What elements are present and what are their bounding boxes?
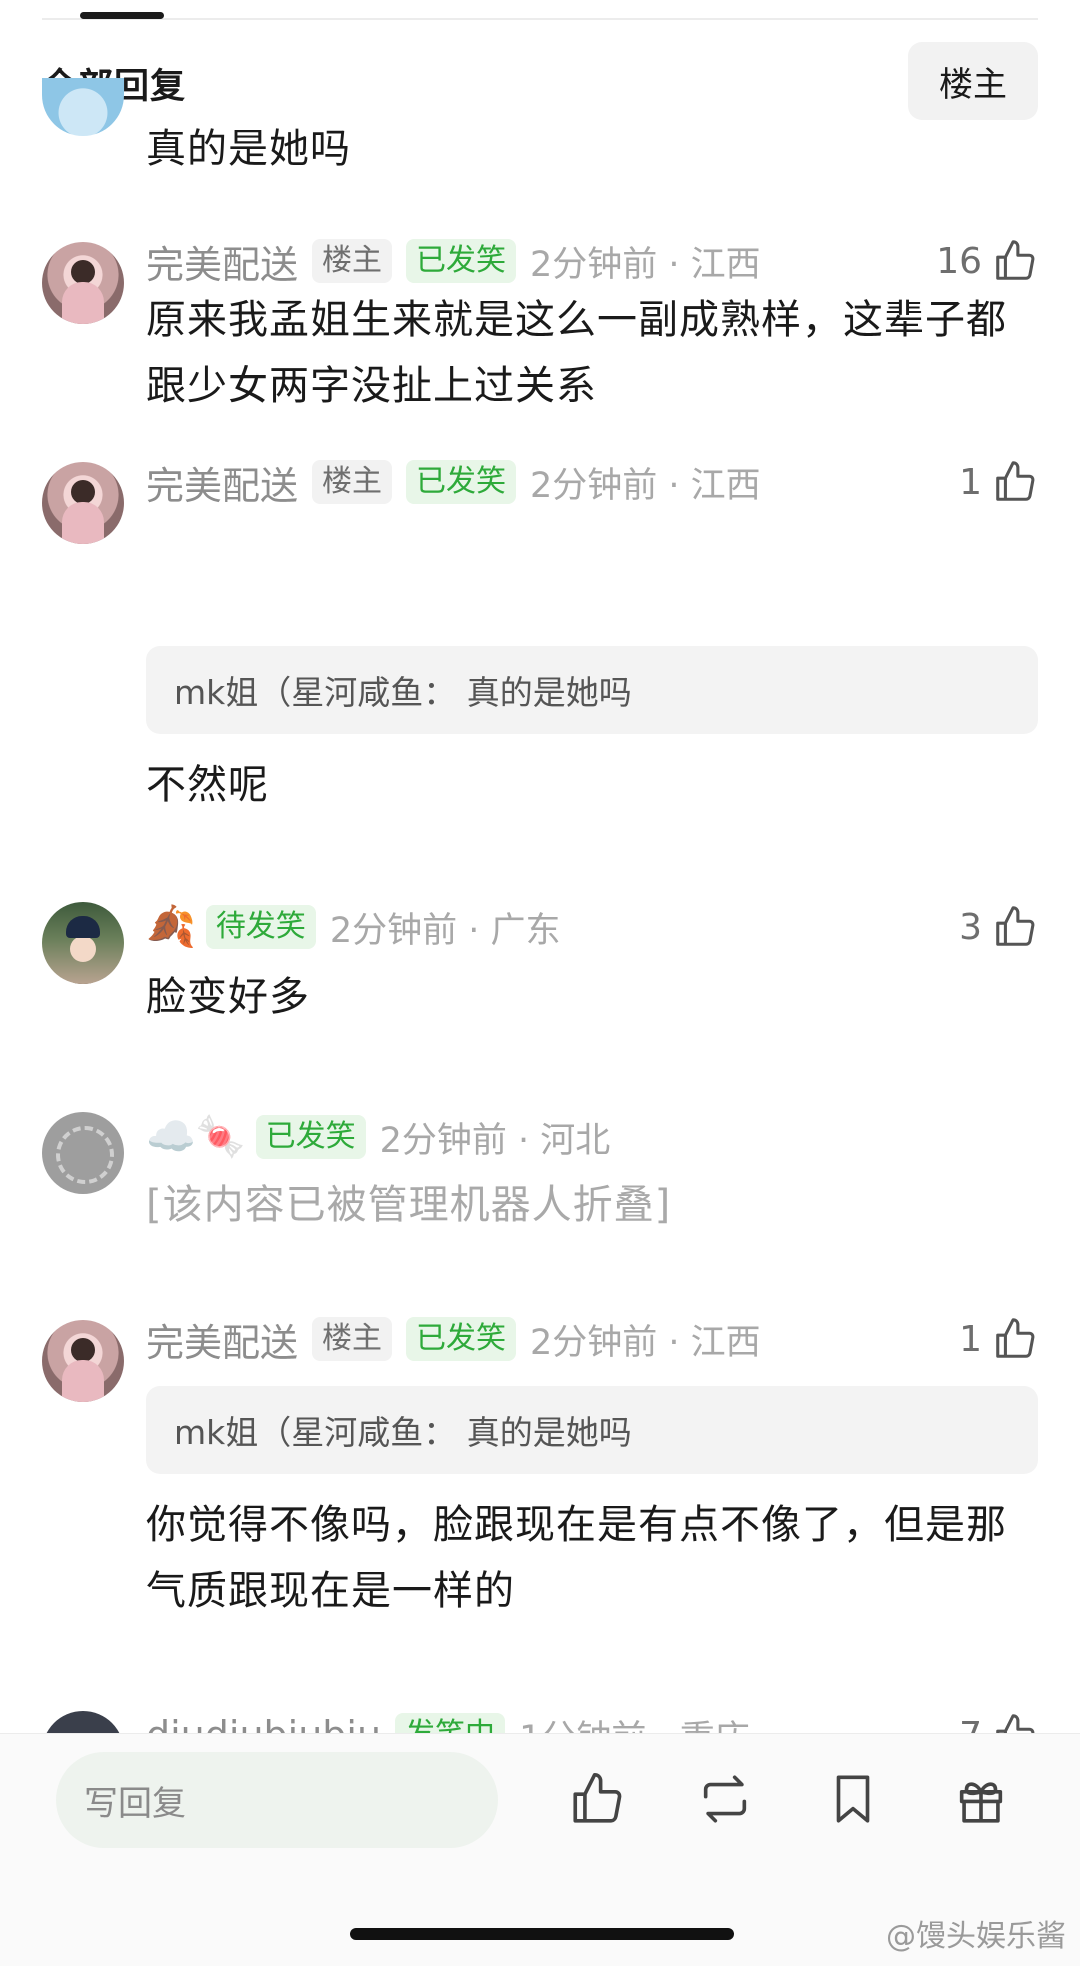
thumbs-up-icon [996, 1318, 1035, 1358]
folded-comment-notice[interactable]: [该内容已被管理机器人折叠] [146, 1172, 1038, 1238]
avatar[interactable] [42, 902, 124, 984]
time-location: 2分钟前 · 江西 [530, 465, 761, 506]
time-location: 2分钟前 · 广东 [329, 910, 561, 951]
time-location: 2分钟前 · 江西 [530, 1322, 761, 1363]
thumbs-up-icon [996, 240, 1035, 280]
comment-meta: diudiubiubiu 发笑中 1分钟前 · 重庆 [146, 1710, 750, 1733]
username[interactable]: 完美配送 [146, 455, 298, 510]
username[interactable]: diudiubiubiu [146, 1713, 381, 1733]
status-badge: 已发笑 [406, 239, 517, 283]
reply-input[interactable]: 写回复 [56, 1752, 498, 1848]
comment-meta: ☁️🍬 已发笑 2分钟前 · 河北 [146, 1112, 610, 1162]
op-only-filter-button[interactable]: 楼主 [908, 42, 1038, 120]
watermark-text: @馒头娱乐酱 [886, 1919, 1066, 1954]
comment-text: 你觉得不像吗，脸跟现在是有点不像了，但是那气质跟现在是一样的 [146, 1502, 1007, 1614]
gift-button[interactable] [946, 1764, 1016, 1834]
username-emoji[interactable]: 🍂 [146, 902, 196, 952]
avatar[interactable] [42, 1711, 124, 1733]
like-button[interactable]: 3 [959, 902, 1038, 952]
avatar[interactable] [42, 462, 124, 544]
quoted-reply[interactable]: mk姐（星河咸鱼： 真的是她吗 [146, 646, 1038, 734]
home-indicator [350, 1928, 734, 1940]
partially-visible-comment: diudiubiubiu 发笑中 1分钟前 · 重庆 7 [0, 1665, 1080, 1733]
username[interactable]: 完美配送 [146, 234, 298, 289]
thumbs-up-icon [996, 461, 1035, 501]
tab-indicator [80, 12, 164, 19]
status-badge: 已发笑 [406, 1317, 517, 1361]
bookmark-icon [836, 1775, 870, 1823]
like-button[interactable]: 16 [936, 236, 1038, 286]
like-count: 7 [959, 1715, 982, 1734]
avatar[interactable] [42, 1112, 124, 1194]
like-count: 16 [936, 240, 982, 282]
comment-text: 不然呢 [146, 762, 269, 808]
time-location: 2分钟前 · 河北 [379, 1120, 611, 1161]
username[interactable]: 完美配送 [146, 1312, 298, 1367]
avatar[interactable] [42, 1320, 124, 1402]
repost-icon [703, 1775, 747, 1823]
thumbs-up-icon [996, 906, 1035, 946]
comment-text: 脸变好多 [146, 974, 310, 1020]
comment-meta: 完美配送 楼主 已发笑 2分钟前 · 江西 [146, 1312, 761, 1367]
status-badge: 发笑中 [395, 1713, 506, 1733]
like-button[interactable]: 7 [959, 1710, 1038, 1733]
comment-text: 原来我孟姐生来就是这么一副成熟样，这辈子都跟少女两字没扯上过关系 [146, 297, 1007, 409]
comment-meta: 完美配送 楼主 已发笑 2分钟前 · 江西 [146, 234, 761, 289]
avatar[interactable] [42, 78, 124, 136]
quoted-reply[interactable]: mk姐（星河咸鱼： 真的是她吗 [146, 1386, 1038, 1474]
comment-meta: 完美配送 楼主 已发笑 2分钟前 · 江西 [146, 455, 761, 510]
watermark: @馒头娱乐酱 [886, 1911, 1066, 1955]
status-badge: 已发笑 [255, 1115, 366, 1159]
op-badge: 楼主 [312, 1317, 393, 1361]
status-badge: 待发笑 [205, 905, 316, 949]
op-badge: 楼主 [312, 239, 393, 283]
like-post-button[interactable] [562, 1764, 632, 1834]
status-badge: 已发笑 [406, 460, 517, 504]
like-button[interactable]: 1 [959, 457, 1038, 507]
time-location: 1分钟前 · 重庆 [519, 1710, 750, 1734]
thumbs-up-icon [996, 1714, 1035, 1733]
top-divider [42, 18, 1038, 20]
avatar[interactable] [42, 242, 124, 324]
like-count: 1 [959, 1318, 982, 1360]
username-emoji[interactable]: ☁️🍬 [146, 1112, 246, 1162]
op-badge: 楼主 [312, 460, 393, 504]
comment-text: 真的是她吗 [146, 126, 351, 172]
time-location: 2分钟前 · 江西 [530, 244, 761, 285]
thumbs-up-icon [573, 1773, 622, 1823]
like-button[interactable]: 1 [959, 1314, 1038, 1364]
gift-icon [959, 1782, 1003, 1823]
bookmark-button[interactable] [818, 1764, 888, 1834]
comment-meta: 🍂 待发笑 2分钟前 · 广东 [146, 902, 560, 952]
repost-button[interactable] [690, 1764, 760, 1834]
like-count: 3 [959, 906, 982, 948]
like-count: 1 [959, 461, 982, 503]
